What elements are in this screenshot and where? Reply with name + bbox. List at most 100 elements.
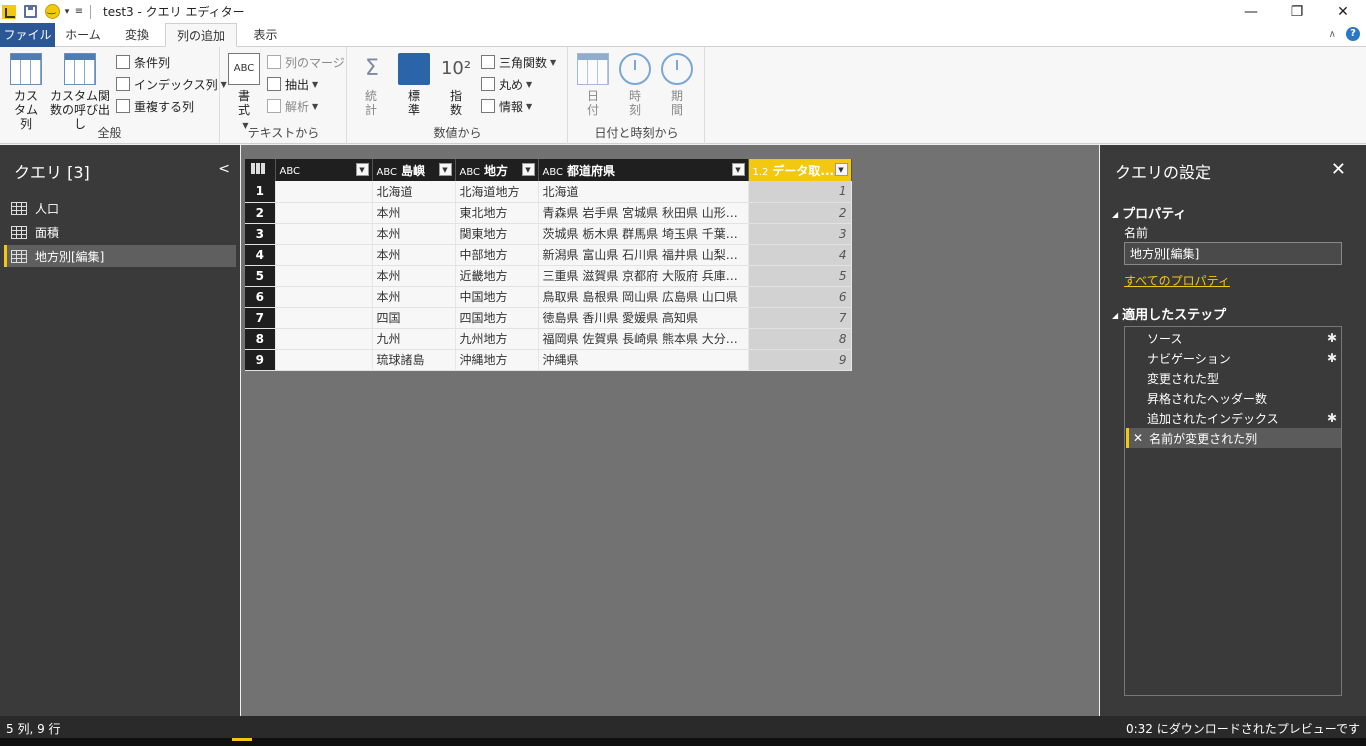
table-cell[interactable]: 本州 — [372, 244, 456, 266]
column-filter-icon[interactable]: ▼ — [355, 163, 369, 176]
table-cell[interactable]: 6 — [748, 286, 852, 308]
table-row[interactable]: 2 本州 東北地方 青森県 岩手県 宮城県 秋田県 山形県 ... 2 — [245, 202, 852, 224]
column-header[interactable]: ABC 島嶼 ▼ — [372, 159, 456, 181]
table-cell[interactable] — [275, 181, 373, 203]
query-item-population[interactable]: 人口 — [4, 197, 236, 219]
table-cell[interactable]: 本州 — [372, 202, 456, 224]
table-cell[interactable]: 北海道 — [372, 181, 456, 203]
table-cell[interactable] — [275, 349, 373, 371]
table-cell[interactable]: 北海道 — [538, 181, 749, 203]
table-cell[interactable]: 関東地方 — [455, 223, 539, 245]
column-filter-icon[interactable]: ▼ — [521, 163, 535, 176]
format-button[interactable]: ABC 書式 ▼ — [227, 53, 261, 133]
conditional-column-button[interactable]: 条件列 — [116, 53, 170, 71]
table-cell[interactable]: 九州 — [372, 328, 456, 350]
table-cell[interactable]: 9 — [748, 349, 852, 371]
table-cell[interactable]: 沖縄地方 — [455, 349, 539, 371]
smiley-feedback-icon[interactable] — [44, 4, 60, 20]
step-item[interactable]: 変更された型 — [1126, 368, 1341, 388]
table-cell[interactable]: 本州 — [372, 265, 456, 287]
table-cell[interactable] — [275, 307, 373, 329]
table-cell[interactable]: 九州地方 — [455, 328, 539, 350]
step-item[interactable]: 昇格されたヘッダー数 — [1126, 388, 1341, 408]
table-cell[interactable]: 3 — [748, 223, 852, 245]
gear-icon[interactable]: ✱ — [1327, 411, 1337, 425]
index-column-button[interactable]: インデックス列 ▼ — [116, 75, 227, 93]
table-row[interactable]: 7 四国 四国地方 徳島県 香川県 愛媛県 高知県 7 — [245, 307, 852, 329]
trigonometry-button[interactable]: 三角関数 ▼ — [481, 53, 556, 71]
merge-columns-button[interactable]: 列のマージ — [267, 53, 345, 71]
column-filter-icon[interactable]: ▼ — [438, 163, 452, 176]
help-icon[interactable]: ? — [1346, 27, 1360, 41]
custom-column-button[interactable]: カスタム列 — [4, 53, 48, 131]
rounding-button[interactable]: 丸め ▼ — [481, 75, 532, 93]
table-cell[interactable]: 8 — [748, 328, 852, 350]
table-cell[interactable]: 四国 — [372, 307, 456, 329]
gear-icon[interactable]: ✱ — [1327, 351, 1337, 365]
table-row[interactable]: 1 北海道 北海道地方 北海道 1 — [245, 181, 852, 203]
table-row[interactable]: 4 本州 中部地方 新潟県 富山県 石川県 福井県 山梨県 ... 4 — [245, 244, 852, 266]
time-button[interactable]: 時刻 — [619, 53, 651, 117]
table-cell[interactable]: 徳島県 香川県 愛媛県 高知県 — [538, 307, 749, 329]
taskbar-app-indicator[interactable] — [232, 738, 252, 741]
column-header-selected[interactable]: 1.2 データ取... ▼ — [748, 159, 852, 181]
collapse-ribbon-icon[interactable]: ∧ — [1329, 29, 1336, 40]
table-cell[interactable]: 四国地方 — [455, 307, 539, 329]
minimize-icon[interactable]: — — [1228, 0, 1274, 23]
tab-home[interactable]: ホーム — [58, 23, 108, 47]
customize-toolbar-icon[interactable]: ≡ — [74, 4, 84, 20]
table-cell[interactable] — [275, 244, 373, 266]
collapse-pane-icon[interactable]: < — [218, 161, 230, 177]
table-cell[interactable]: 三重県 滋賀県 京都府 大阪府 兵庫県 ... — [538, 265, 749, 287]
query-item-region[interactable]: 地方別[編集] — [4, 245, 236, 267]
tab-transform[interactable]: 変換 — [112, 23, 162, 47]
close-settings-icon[interactable]: ✕ — [1331, 159, 1346, 180]
information-button[interactable]: 情報 ▼ — [481, 97, 532, 115]
table-cell[interactable]: 本州 — [372, 286, 456, 308]
row-number[interactable]: 8 — [245, 328, 276, 350]
restore-icon[interactable]: ❐ — [1274, 0, 1320, 23]
table-menu-button[interactable] — [245, 159, 276, 181]
table-cell[interactable] — [275, 202, 373, 224]
row-number[interactable]: 7 — [245, 307, 276, 329]
duplicate-column-button[interactable]: 重複する列 — [116, 97, 194, 115]
applied-steps-label[interactable]: 適用したステップ — [1112, 304, 1226, 323]
table-cell[interactable]: 4 — [748, 244, 852, 266]
invoke-custom-function-button[interactable]: カスタム関数の呼び出し — [50, 53, 110, 131]
table-row[interactable]: 5 本州 近畿地方 三重県 滋賀県 京都府 大阪府 兵庫県 ... 5 — [245, 265, 852, 287]
table-cell[interactable]: 2 — [748, 202, 852, 224]
gear-icon[interactable]: ✱ — [1327, 331, 1337, 345]
row-number[interactable]: 5 — [245, 265, 276, 287]
column-header[interactable]: ABC ▼ — [275, 159, 373, 181]
table-row[interactable]: 3 本州 関東地方 茨城県 栃木県 群馬県 埼玉県 千葉県 ... 3 — [245, 223, 852, 245]
table-cell[interactable]: 7 — [748, 307, 852, 329]
table-cell[interactable]: 5 — [748, 265, 852, 287]
all-properties-link[interactable]: すべてのプロパティ — [1124, 272, 1230, 289]
tab-view[interactable]: 表示 — [243, 23, 288, 47]
date-button[interactable]: 日付 — [577, 53, 609, 117]
step-item[interactable]: ソース ✱ — [1126, 328, 1341, 348]
table-cell[interactable]: 鳥取県 島根県 岡山県 広島県 山口県 — [538, 286, 749, 308]
table-cell[interactable]: 福岡県 佐賀県 長崎県 熊本県 大分県 ... — [538, 328, 749, 350]
table-cell[interactable] — [275, 286, 373, 308]
step-item[interactable]: ナビゲーション ✱ — [1126, 348, 1341, 368]
table-cell[interactable] — [275, 223, 373, 245]
query-name-input[interactable] — [1124, 242, 1342, 265]
column-header[interactable]: ABC 都道府県 ▼ — [538, 159, 749, 181]
table-cell[interactable]: 近畿地方 — [455, 265, 539, 287]
table-cell[interactable]: 本州 — [372, 223, 456, 245]
table-cell[interactable]: 北海道地方 — [455, 181, 539, 203]
table-cell[interactable]: 青森県 岩手県 宮城県 秋田県 山形県 ... — [538, 202, 749, 224]
parse-button[interactable]: 解析 ▼ — [267, 97, 318, 115]
table-cell[interactable]: 沖縄県 — [538, 349, 749, 371]
column-filter-icon[interactable]: ▼ — [834, 163, 848, 176]
row-number[interactable]: 1 — [245, 181, 276, 203]
tab-file[interactable]: ファイル — [0, 23, 55, 47]
table-cell[interactable]: 新潟県 富山県 石川県 福井県 山梨県 ... — [538, 244, 749, 266]
table-cell[interactable]: 茨城県 栃木県 群馬県 埼玉県 千葉県 ... — [538, 223, 749, 245]
row-number[interactable]: 4 — [245, 244, 276, 266]
standard-button[interactable]: 標準 — [398, 53, 430, 117]
row-number[interactable]: 2 — [245, 202, 276, 224]
extract-button[interactable]: 抽出 ▼ — [267, 75, 318, 93]
column-filter-icon[interactable]: ▼ — [731, 163, 745, 176]
